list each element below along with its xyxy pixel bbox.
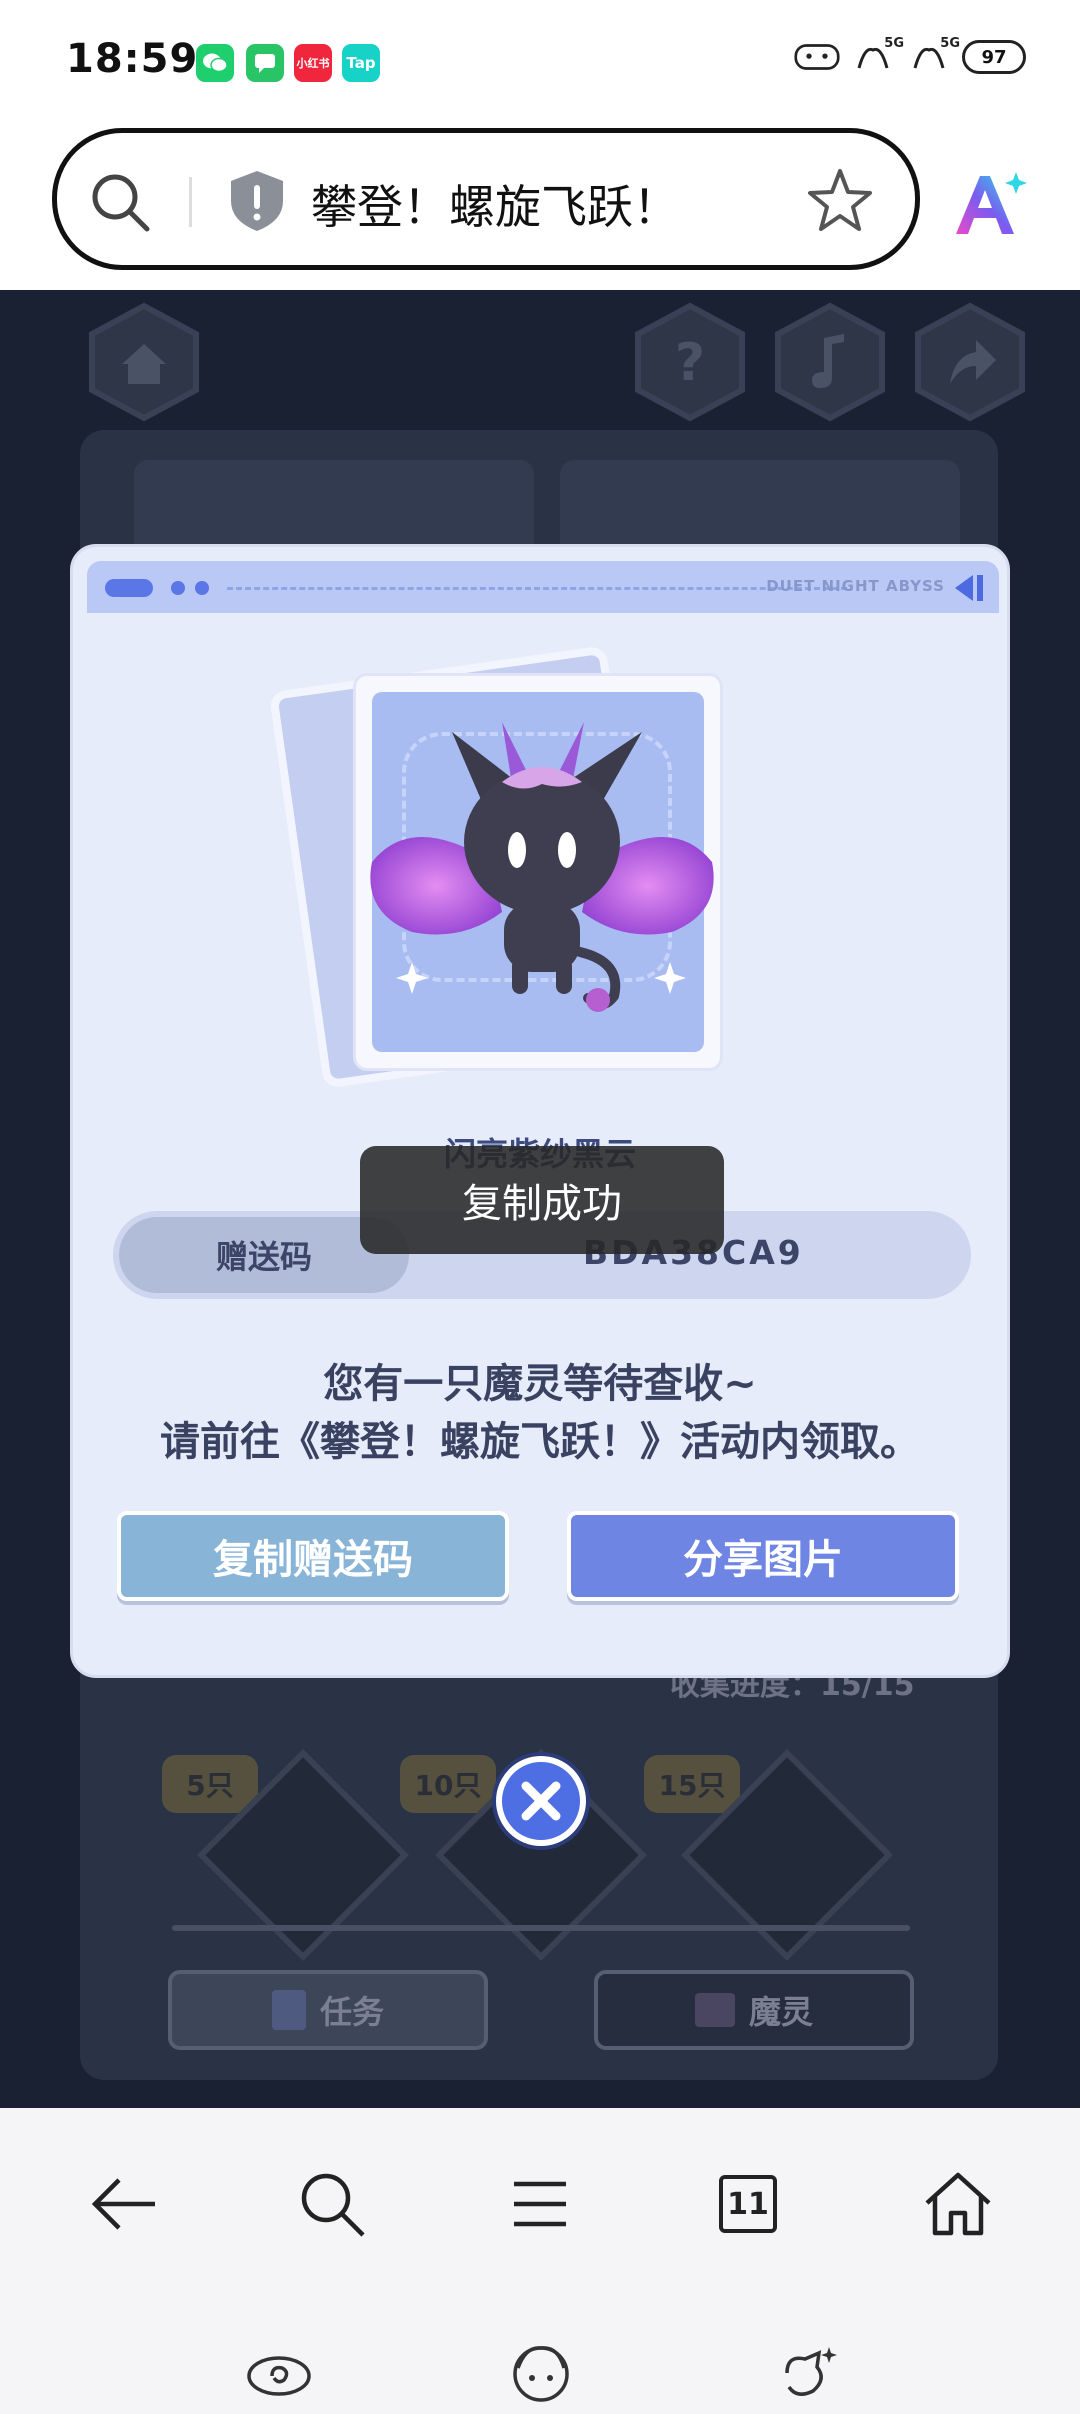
menu-icon[interactable] — [500, 2164, 580, 2244]
message-line-1: 您有一只魔灵等待查收~ — [323, 1361, 757, 1407]
status-bar: 18:59 小红书 Tap 5G 5G 97 — [0, 0, 1080, 128]
taptap-icon: Tap — [342, 44, 380, 82]
wechat-icon — [196, 44, 234, 82]
copy-success-toast: 复制成功 — [360, 1146, 724, 1254]
signal-2-icon: 5G — [906, 36, 960, 74]
address-divider — [189, 177, 192, 227]
share-image-button[interactable]: 分享图片 — [567, 1511, 959, 1601]
tabs-button[interactable]: 11 — [708, 2164, 788, 2244]
spirit-tab[interactable]: 魔灵 — [594, 1970, 914, 2050]
close-dialog-button[interactable] — [496, 1756, 586, 1846]
pet-card-art — [370, 692, 714, 1052]
messages-icon — [246, 44, 284, 82]
anime-avatar-icon[interactable] — [506, 2338, 576, 2408]
task-tab-label: 任务 — [319, 1993, 384, 2031]
spirit-icon — [694, 1993, 735, 2027]
header-brand: DUET NIGHT ABYSS — [766, 577, 945, 595]
task-icon — [271, 1990, 306, 2030]
header-dot-decoration — [171, 581, 185, 595]
gift-code-dialog: DUET NIGHT ABYSS 赠送码 您有一只魔灵等待查收~ 请前往《攀登！… — [70, 544, 1010, 1678]
pet-character-icon — [370, 722, 714, 1012]
bookmark-star-icon[interactable] — [805, 165, 875, 239]
header-dot-decoration — [195, 581, 209, 595]
fox-sparkle-icon[interactable] — [776, 2338, 846, 2408]
home-hex-icon[interactable] — [84, 302, 204, 422]
pet-card — [353, 673, 723, 1071]
browser-toolbar: 攀登！螺旋飞跃！ — [0, 128, 1080, 290]
cloud-swirl-icon[interactable] — [244, 2338, 314, 2408]
ai-assistant-icon[interactable] — [950, 168, 1030, 246]
svg-text:?: ? — [675, 333, 705, 393]
milestone-10: 10只 — [400, 1755, 496, 1813]
header-dash-decoration — [227, 587, 847, 590]
address-bar[interactable]: 攀登！螺旋飞跃！ — [52, 128, 920, 270]
header-pill-decoration — [105, 579, 153, 597]
share-hex-icon[interactable] — [910, 302, 1030, 422]
xiaohongshu-icon: 小红书 — [294, 44, 332, 82]
address-text[interactable]: 攀登！螺旋飞跃！ — [311, 171, 679, 237]
milestone-5: 5只 — [162, 1755, 258, 1813]
signal-1-icon: 5G — [850, 36, 904, 74]
help-hex-icon[interactable]: ? — [630, 302, 750, 422]
system-icons: 5G 5G 97 — [794, 36, 1026, 74]
spirit-tab-label: 魔灵 — [748, 1993, 813, 2031]
dialog-header: DUET NIGHT ABYSS — [87, 561, 999, 613]
milestone-track — [172, 1925, 910, 1931]
back-icon[interactable] — [84, 2164, 164, 2244]
task-tab[interactable]: 任务 — [168, 1970, 488, 2050]
header-arrow-icon — [951, 571, 987, 609]
home-icon[interactable] — [918, 2164, 998, 2244]
tabs-count: 11 — [719, 2175, 777, 2233]
copy-code-button[interactable]: 复制赠送码 — [117, 1511, 509, 1601]
search-icon[interactable] — [292, 2164, 372, 2244]
signal-2-label: 5G — [940, 36, 960, 51]
clock: 18:59 — [66, 36, 199, 82]
music-hex-icon[interactable] — [770, 302, 890, 422]
search-icon[interactable] — [87, 169, 153, 239]
signal-1-label: 5G — [884, 36, 904, 51]
browser-bottom-nav: 11 — [0, 2108, 1080, 2414]
milestone-15: 15只 — [644, 1755, 740, 1813]
close-icon — [521, 1781, 561, 1821]
face-sticker-icon — [794, 40, 840, 74]
message-line-2: 请前往《攀登！螺旋飞跃！》活动内领取。 — [160, 1419, 920, 1465]
battery-indicator: 97 — [962, 40, 1026, 74]
security-shield-icon[interactable] — [227, 169, 287, 237]
